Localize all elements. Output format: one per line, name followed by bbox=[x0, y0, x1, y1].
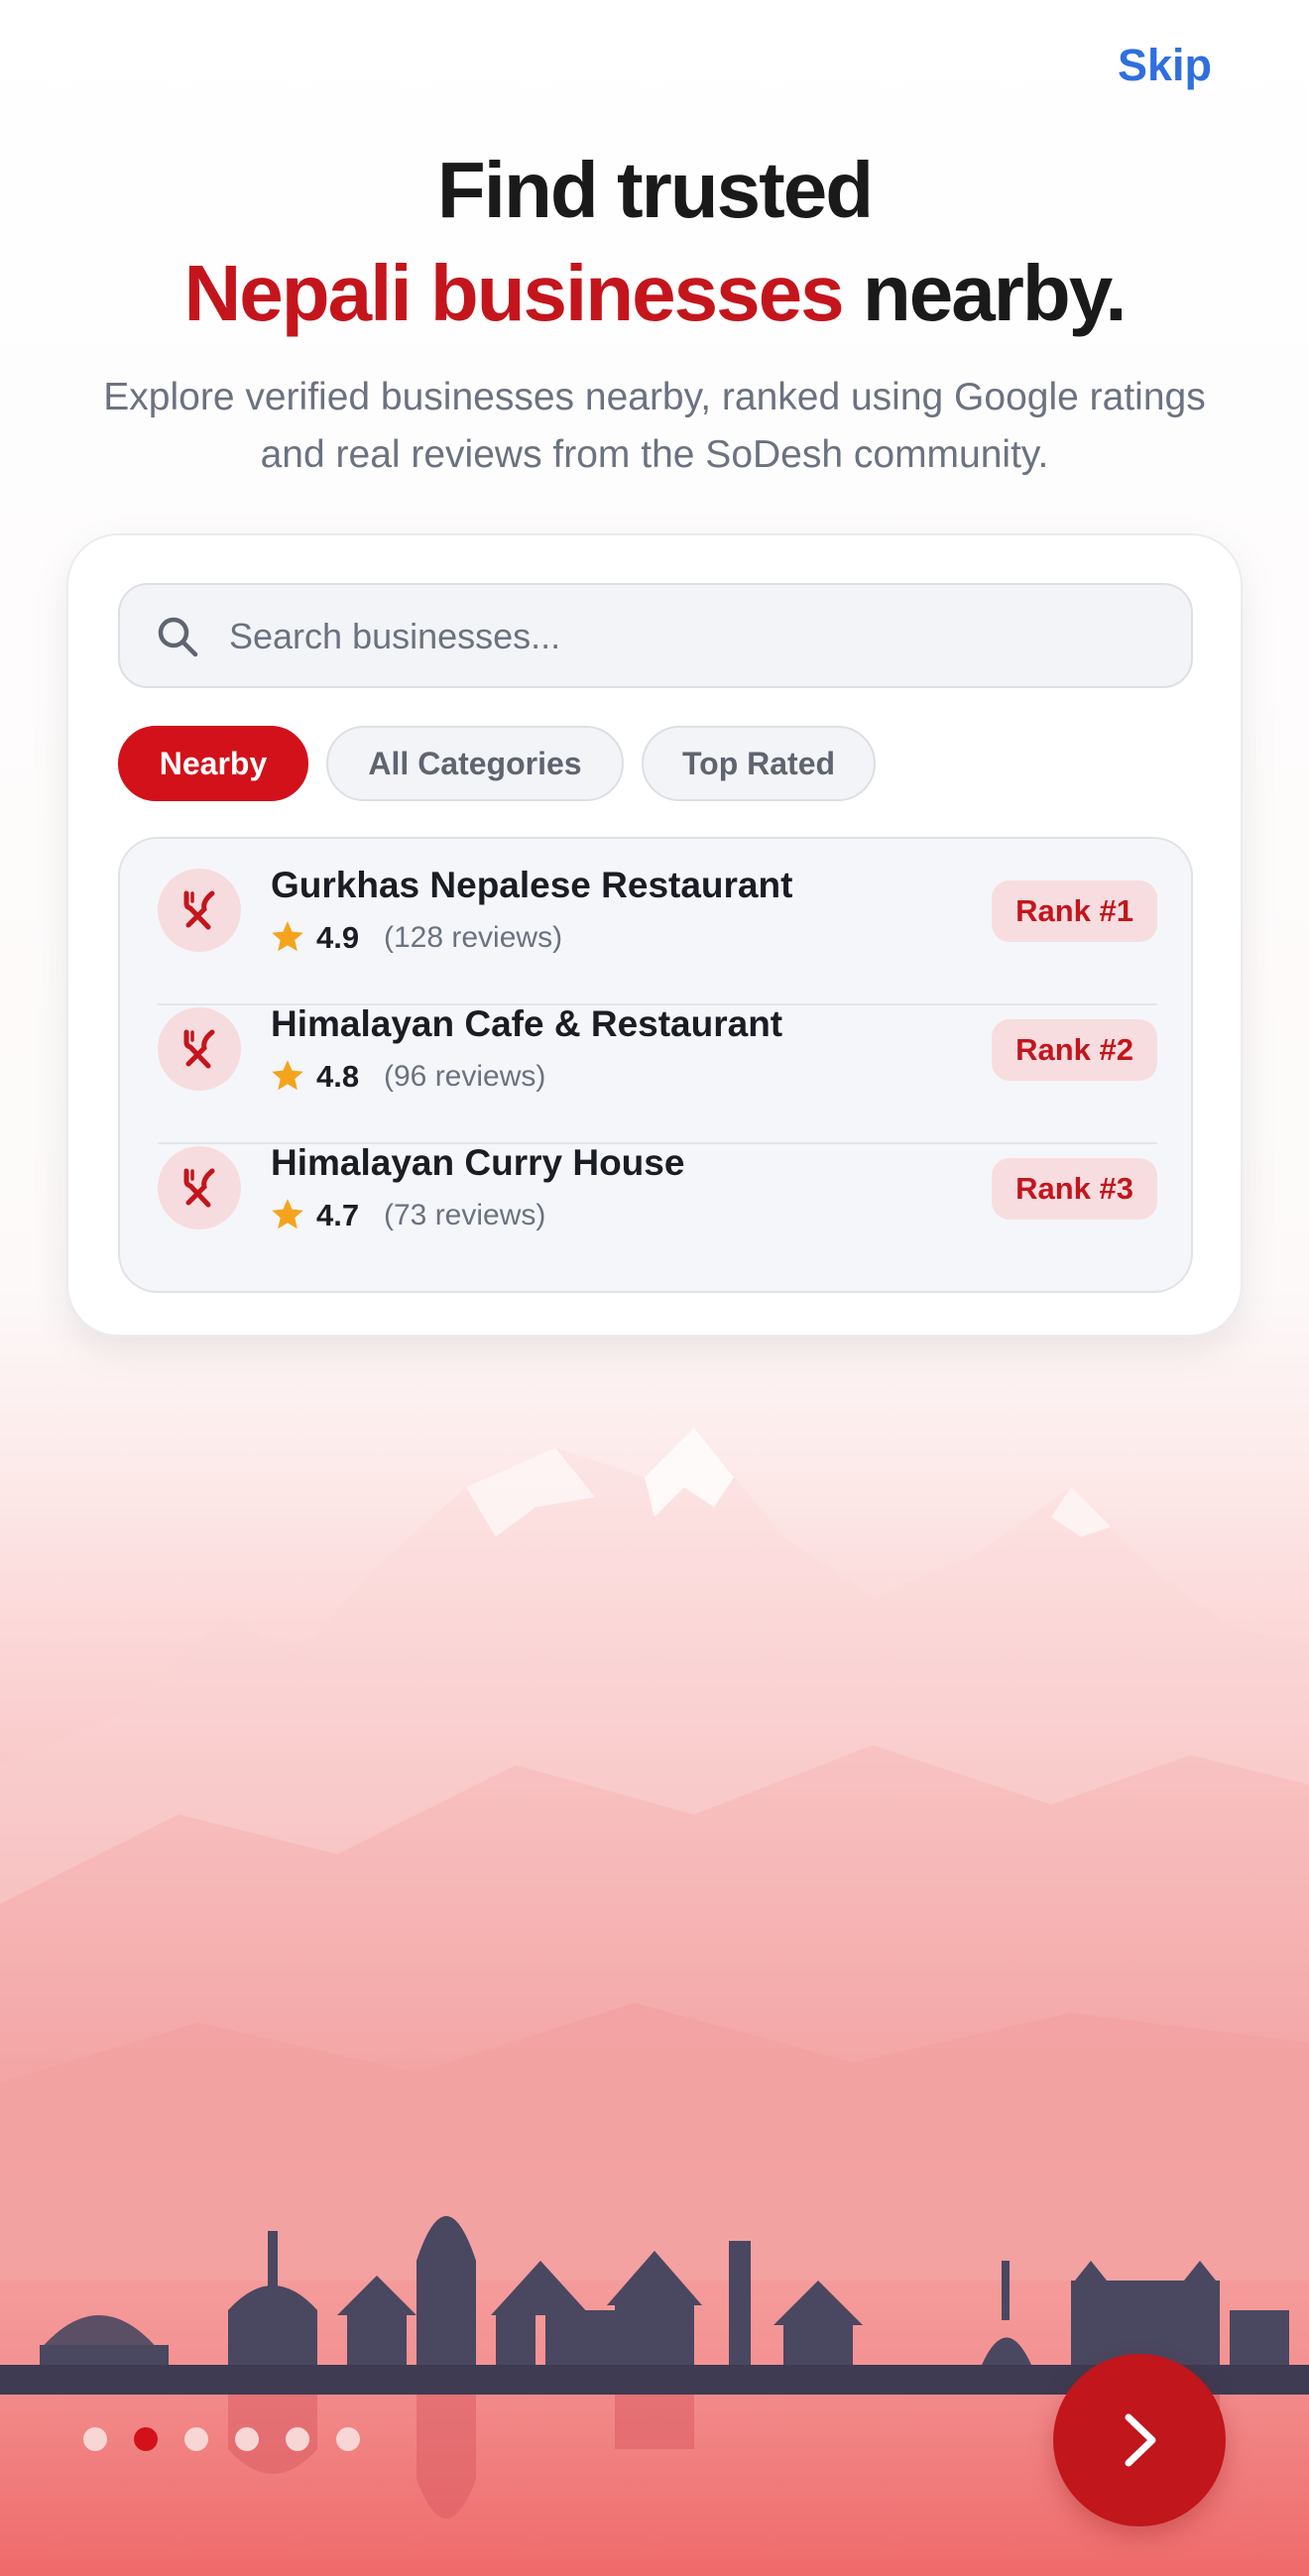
restaurant-icon bbox=[183, 1029, 215, 1069]
page-dot[interactable] bbox=[286, 2427, 309, 2451]
page-dot-active[interactable] bbox=[134, 2427, 158, 2451]
page-title: Find trusted Nepali businesses nearby. bbox=[0, 139, 1309, 345]
business-rating: 4.9 bbox=[316, 920, 360, 955]
business-row[interactable]: Gurkhas Nepalese Restaurant 4.9 (128 rev… bbox=[158, 839, 1157, 978]
restaurant-avatar bbox=[158, 869, 241, 952]
filter-chip-top-rated[interactable]: Top Rated bbox=[642, 726, 876, 801]
page-dot[interactable] bbox=[184, 2427, 208, 2451]
business-preview-card: Nearby All Categories Top Rated Gurkhas … bbox=[66, 533, 1243, 1337]
search-bar[interactable] bbox=[118, 583, 1193, 688]
restaurant-avatar bbox=[158, 1146, 241, 1229]
business-review-count: (128 reviews) bbox=[384, 921, 563, 954]
business-rating: 4.7 bbox=[316, 1198, 360, 1232]
business-name: Himalayan Cafe & Restaurant bbox=[271, 1003, 783, 1044]
business-name: Gurkhas Nepalese Restaurant bbox=[271, 865, 793, 905]
chevron-right-icon bbox=[1125, 2413, 1156, 2467]
search-icon bbox=[158, 617, 198, 657]
business-review-count: (96 reviews) bbox=[384, 1060, 546, 1093]
star-icon bbox=[272, 1060, 303, 1091]
title-accent: Nepali businesses bbox=[183, 249, 845, 337]
business-review-count: (73 reviews) bbox=[384, 1199, 546, 1231]
skip-button[interactable]: Skip bbox=[1118, 40, 1212, 91]
page-dot[interactable] bbox=[83, 2427, 107, 2451]
business-list: Gurkhas Nepalese Restaurant 4.9 (128 rev… bbox=[118, 837, 1193, 1293]
rank-badge: Rank #1 bbox=[992, 880, 1157, 942]
rank-badge: Rank #2 bbox=[992, 1019, 1157, 1081]
page-dot[interactable] bbox=[235, 2427, 259, 2451]
page-dot[interactable] bbox=[336, 2427, 360, 2451]
filter-chip-nearby[interactable]: Nearby bbox=[118, 726, 308, 801]
restaurant-icon bbox=[183, 890, 215, 930]
business-row[interactable]: Himalayan Cafe & Restaurant 4.8 (96 revi… bbox=[158, 978, 1157, 1116]
star-icon bbox=[272, 921, 303, 952]
star-icon bbox=[272, 1199, 303, 1229]
restaurant-avatar bbox=[158, 1007, 241, 1091]
title-line-1: Find trusted bbox=[436, 146, 874, 234]
filter-chip-all-categories[interactable]: All Categories bbox=[326, 726, 624, 801]
business-name: Himalayan Curry House bbox=[271, 1142, 685, 1183]
next-button[interactable] bbox=[1053, 2354, 1226, 2526]
business-rating: 4.8 bbox=[316, 1059, 360, 1094]
business-row[interactable]: Himalayan Curry House 4.7 (73 reviews) R… bbox=[158, 1116, 1157, 1255]
page-subtitle: Explore verified businesses nearby, rank… bbox=[103, 376, 1206, 476]
rank-badge: Rank #3 bbox=[992, 1158, 1157, 1220]
search-input[interactable] bbox=[227, 603, 1163, 670]
title-rest: nearby. bbox=[842, 249, 1128, 337]
title-line-2: Nepali businesses nearby. bbox=[0, 242, 1309, 345]
restaurant-icon bbox=[183, 1168, 215, 1208]
